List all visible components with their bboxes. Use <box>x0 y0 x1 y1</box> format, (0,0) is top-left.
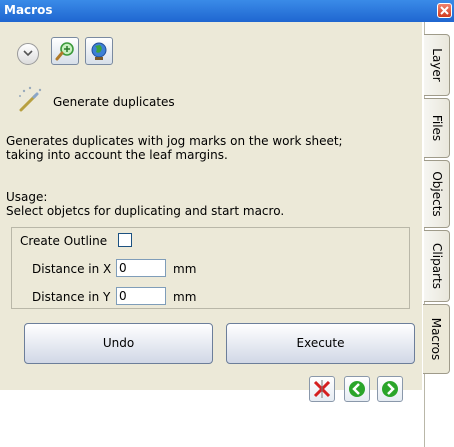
distance-x-label: Distance in X <box>32 262 112 276</box>
delete-icon <box>313 380 331 398</box>
macro-name: Generate duplicates <box>53 95 175 109</box>
tab-cliparts[interactable]: Cliparts <box>424 230 450 302</box>
create-outline-checkbox[interactable] <box>118 233 132 247</box>
create-outline-label: Create Outline <box>20 234 108 248</box>
tab-objects[interactable]: Objects <box>424 160 450 228</box>
zoom-button[interactable] <box>51 37 79 65</box>
tab-label: Objects <box>429 171 444 217</box>
globe-button[interactable] <box>85 37 113 65</box>
window-title: Macros <box>4 3 53 17</box>
magic-wand-icon <box>19 86 42 112</box>
zoom-icon <box>55 42 74 61</box>
tab-label: Layer <box>429 48 444 82</box>
execute-button[interactable]: Execute <box>226 323 415 364</box>
tab-macros[interactable]: Macros <box>423 304 450 374</box>
distance-y-label: Distance in Y <box>32 290 111 304</box>
distance-x-input[interactable] <box>116 259 166 277</box>
tab-label: Files <box>429 114 444 142</box>
distance-x-unit: mm <box>173 262 197 276</box>
usage-label: Usage: <box>6 190 48 204</box>
globe-icon <box>91 42 107 60</box>
chevron-down-icon <box>23 50 33 57</box>
close-icon <box>440 6 449 15</box>
macro-description-line2: taking into account the leaf margins. <box>6 148 228 162</box>
collapse-button[interactable] <box>17 43 39 65</box>
title-bar: Macros <box>0 0 454 22</box>
macro-description-line1: Generates duplicates with jog marks on t… <box>6 134 343 148</box>
tab-label: Cliparts <box>429 243 444 289</box>
usage-text: Select objetcs for duplicating and start… <box>6 204 285 218</box>
back-button[interactable] <box>344 376 370 402</box>
back-arrow-icon <box>349 381 365 397</box>
forward-button[interactable] <box>377 376 403 402</box>
delete-button[interactable] <box>309 376 335 402</box>
tab-layer[interactable]: Layer <box>424 34 450 96</box>
forward-arrow-icon <box>382 381 398 397</box>
undo-button[interactable]: Undo <box>24 323 213 364</box>
distance-y-input[interactable] <box>116 287 166 305</box>
close-button[interactable] <box>437 3 452 18</box>
tab-files[interactable]: Files <box>424 98 450 158</box>
tab-label: Macros <box>429 317 443 361</box>
distance-y-unit: mm <box>173 290 197 304</box>
